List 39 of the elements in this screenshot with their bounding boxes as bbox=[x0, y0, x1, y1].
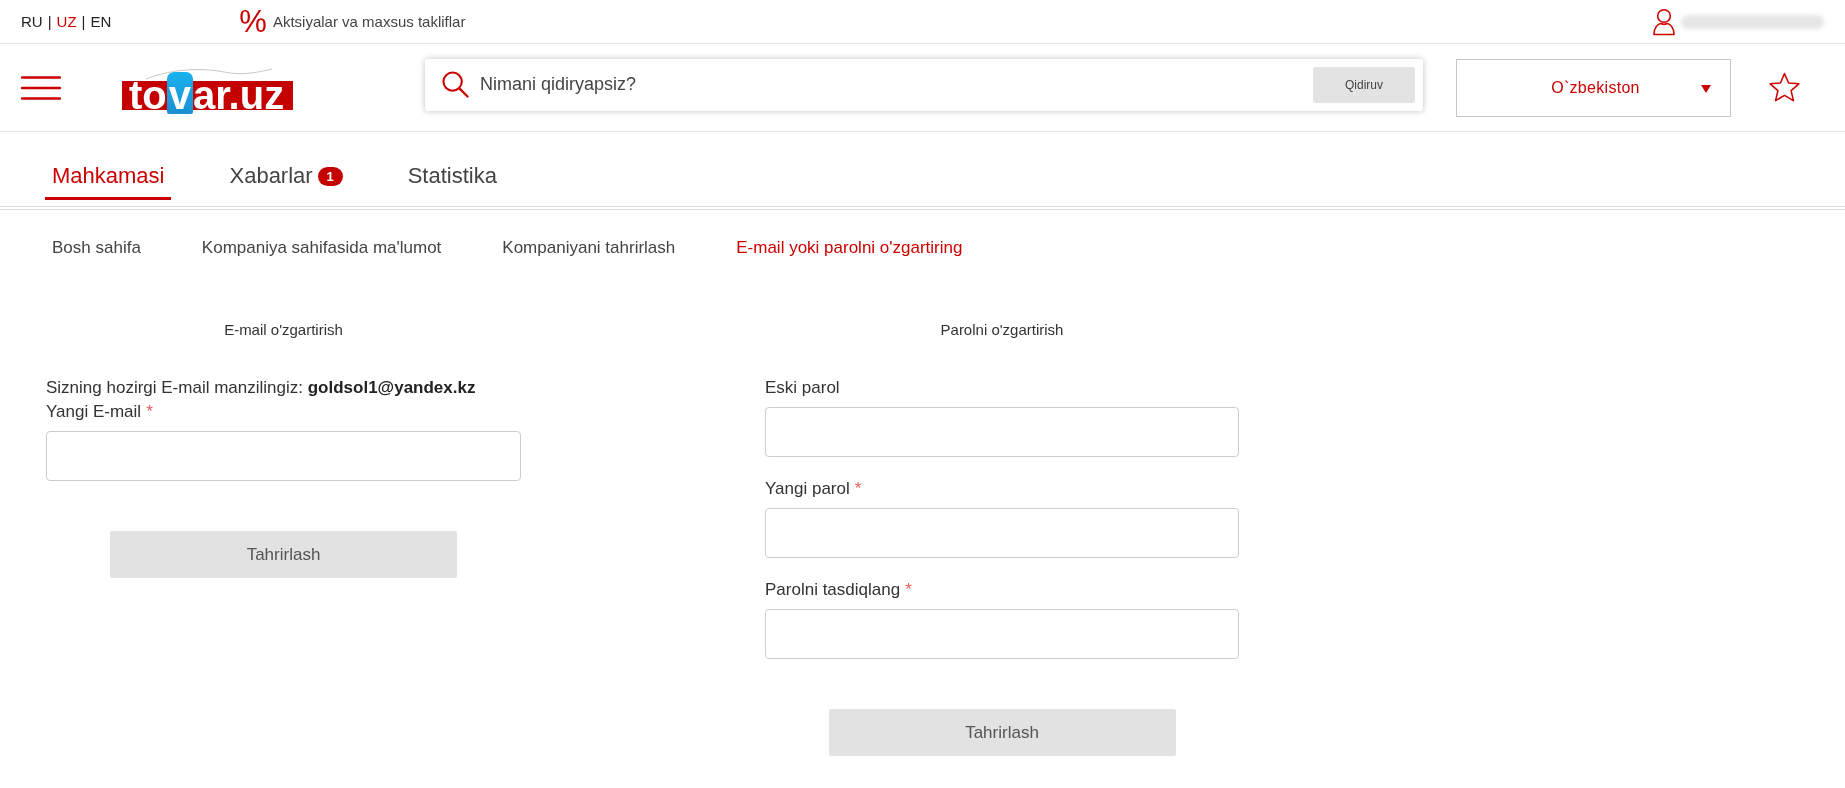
submit-button[interactable]: Tahrirlash bbox=[110, 531, 457, 578]
subnav-link[interactable]: Kompaniya sahifasida ma'lumot bbox=[201, 238, 442, 258]
required-mark: * bbox=[146, 401, 153, 423]
user-icon[interactable] bbox=[1652, 7, 1676, 36]
tab[interactable]: Statistika bbox=[400, 163, 504, 200]
language-separator: | bbox=[81, 13, 86, 30]
search-button[interactable]: Qidiruv bbox=[1313, 66, 1415, 103]
password-input-field[interactable] bbox=[765, 609, 1239, 659]
caret-icon bbox=[1701, 84, 1711, 93]
field-label: Yangi E-mail bbox=[46, 401, 142, 423]
password-input-field[interactable] bbox=[765, 407, 1239, 457]
field-label: Eski parol bbox=[765, 377, 840, 399]
count-badge: 1 bbox=[317, 166, 343, 186]
password-input-field[interactable] bbox=[765, 508, 1239, 558]
subnav-link[interactable]: Kompaniyani tahrirlash bbox=[502, 238, 676, 258]
subnav-link[interactable]: E-mail yoki parolni o'zgartiring bbox=[736, 238, 963, 258]
required-mark: * bbox=[854, 478, 862, 500]
promo-link[interactable]: Aktsiyalar va maxsus takliflar bbox=[272, 13, 466, 30]
form-title: Parolni o'zgartirish bbox=[939, 320, 1065, 340]
submit-button[interactable]: Tahrirlash bbox=[828, 709, 1176, 756]
email-input-field[interactable] bbox=[46, 431, 521, 481]
language-link[interactable]: RU bbox=[21, 13, 43, 30]
tab[interactable]: Xabarlar 1 bbox=[222, 163, 350, 200]
subnav-link[interactable]: Bosh sahifa bbox=[52, 238, 141, 258]
required-mark: * bbox=[905, 579, 912, 601]
field-label: Yangi parol bbox=[765, 478, 850, 500]
language-link[interactable]: EN bbox=[90, 13, 112, 30]
tab[interactable]: Mahkamasi bbox=[45, 163, 172, 200]
language-link[interactable]: UZ bbox=[56, 13, 77, 30]
percent-sign: % bbox=[239, 6, 267, 37]
language-separator: | bbox=[47, 13, 52, 30]
current-email-text: Sizning hozirgi E-mail manzilingiz: goldsol1@yandex.kz bbox=[46, 377, 477, 399]
search-icon bbox=[442, 71, 469, 98]
field-label: Parolni tasdiqlang bbox=[765, 579, 901, 601]
menu-icon[interactable] bbox=[21, 75, 61, 100]
search-field[interactable]: Nimani qidiryapsiz? bbox=[480, 66, 1313, 103]
form-title: E-mail o'zgartirish bbox=[223, 320, 344, 340]
favorites-star-icon[interactable] bbox=[1768, 72, 1801, 103]
region-select[interactable]: O`zbekiston bbox=[1456, 58, 1731, 117]
